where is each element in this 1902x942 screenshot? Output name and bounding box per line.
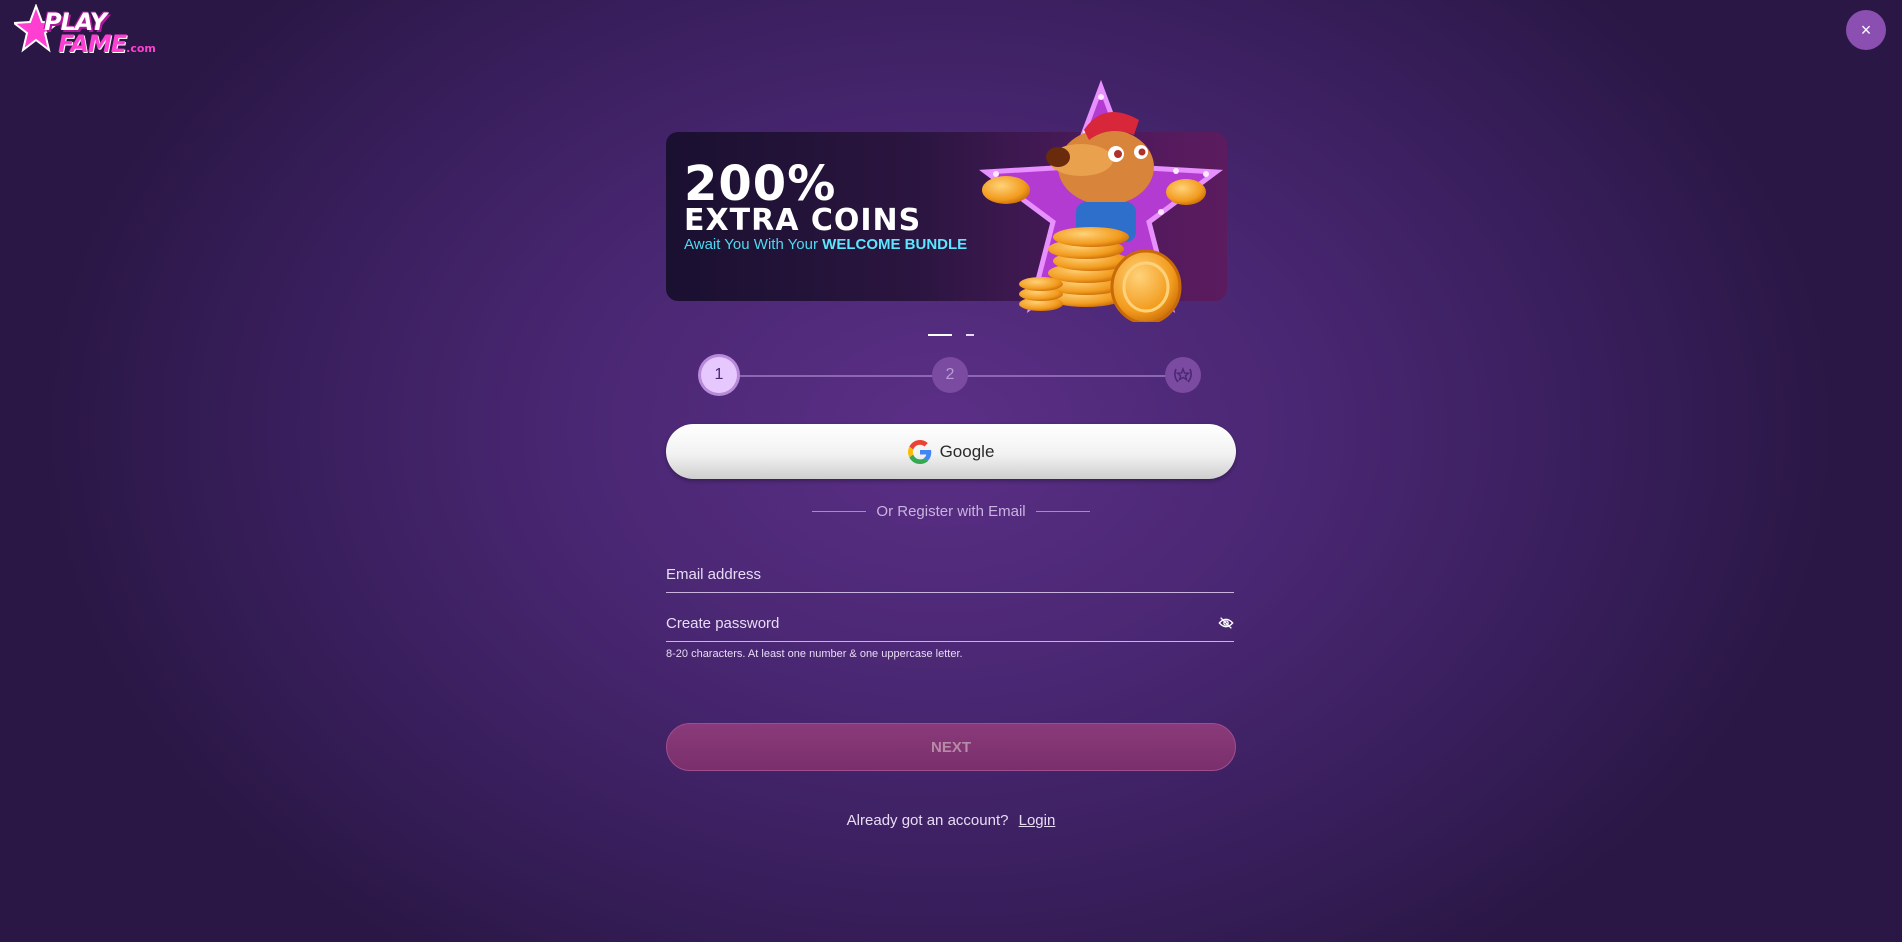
- step-reward-indicator: [1165, 357, 1201, 393]
- next-button[interactable]: NEXT: [666, 723, 1236, 771]
- email-input[interactable]: [666, 556, 1234, 592]
- step-2-indicator: 2: [932, 357, 968, 393]
- password-field-wrapper: [666, 605, 1234, 642]
- laurel-star-icon: [1174, 367, 1192, 383]
- login-link[interactable]: Login: [1019, 812, 1056, 829]
- divider-line-left: [812, 511, 867, 512]
- google-icon: [907, 439, 931, 464]
- password-input[interactable]: [666, 605, 1234, 641]
- banner-subtitle: Await You With Your WELCOME BUNDLE: [684, 236, 967, 253]
- password-hint: 8-20 characters. At least one number & o…: [666, 648, 963, 660]
- divider-text: Or Register with Email: [876, 503, 1026, 520]
- carousel-dot-active[interactable]: [928, 334, 952, 336]
- close-button[interactable]: ×: [1846, 10, 1886, 50]
- logo-fame-text: FAME: [58, 29, 127, 58]
- eye-off-icon[interactable]: [1218, 615, 1234, 631]
- step-1-indicator: 1: [701, 357, 737, 393]
- banner-percent: 200%: [684, 156, 837, 212]
- logo-wordmark: PLAY FAME.com: [44, 10, 156, 58]
- login-prompt-row: Already got an account? Login: [0, 812, 1902, 829]
- next-button-label: NEXT: [930, 738, 971, 756]
- divider-line-right: [1035, 511, 1091, 512]
- banner-sub-prefix: Await You With Your: [684, 236, 823, 253]
- promo-banner[interactable]: 200% EXTRA COINS Await You With Your WEL…: [666, 79, 1227, 322]
- brand-logo[interactable]: PLAY FAME.com: [14, 4, 156, 60]
- close-icon: ×: [1860, 19, 1872, 40]
- login-prompt-text: Already got an account?: [846, 812, 1009, 829]
- mascot-illustration: [979, 79, 1223, 322]
- email-field-wrapper: [666, 556, 1234, 593]
- google-button-label: Google: [939, 441, 995, 461]
- banner-sub-highlight: WELCOME BUNDLE: [822, 236, 968, 253]
- email-divider: Or Register with Email: [812, 503, 1091, 520]
- google-signup-button[interactable]: Google: [666, 424, 1236, 479]
- banner-headline: EXTRA COINS: [684, 203, 922, 238]
- carousel-dot[interactable]: [966, 334, 974, 336]
- logo-tld-text: .com: [126, 41, 156, 55]
